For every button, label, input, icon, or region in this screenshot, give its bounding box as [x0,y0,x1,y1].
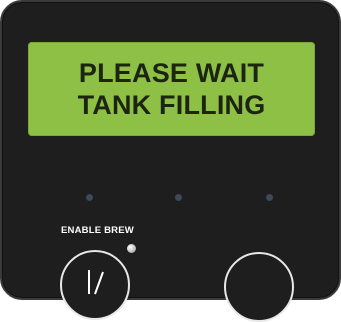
display-line-1: PLEASE WAIT [78,58,265,88]
enable-brew-button[interactable] [60,250,130,320]
right-control-button[interactable] [224,252,294,322]
display-line-2: TANK FILLING [77,90,266,120]
indicator-led-center [175,194,182,201]
control-panel: PLEASE WAIT TANK FILLING ENABLE BREW [0,0,341,322]
indicator-led-left [86,194,93,201]
enable-brew-status-light [127,244,136,253]
enable-brew-label: ENABLE BREW [61,225,134,236]
brew-lever-icon [88,270,104,295]
indicator-led-right [266,194,273,201]
lcd-display: PLEASE WAIT TANK FILLING [28,42,315,136]
